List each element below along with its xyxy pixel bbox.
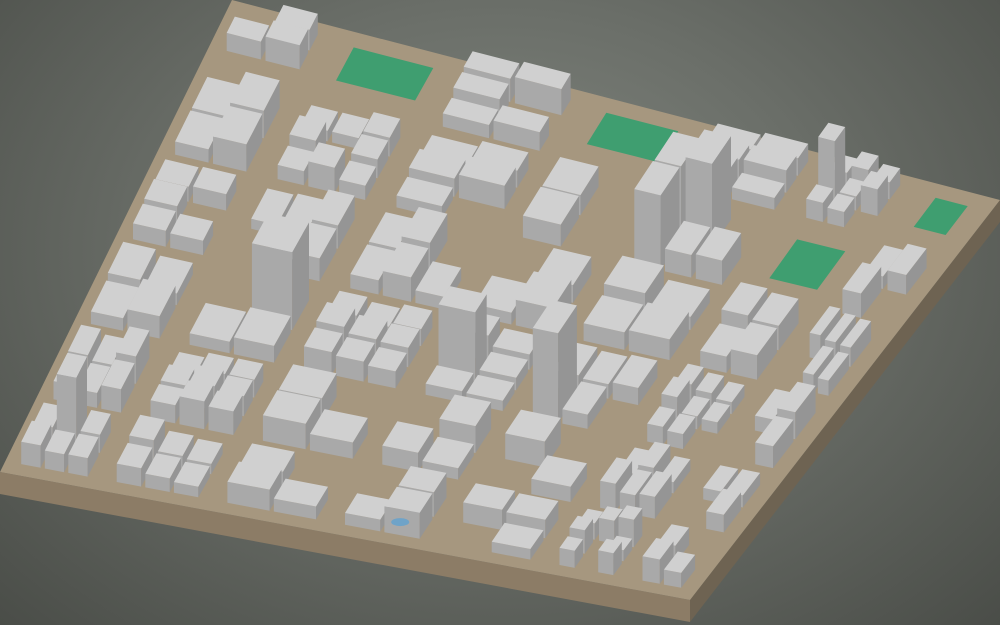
building-front-face xyxy=(559,547,575,568)
building-front-face xyxy=(600,480,616,511)
building-front-face xyxy=(532,328,559,423)
building-front-face xyxy=(634,189,661,271)
building-front-face xyxy=(817,378,829,396)
building-front-face xyxy=(68,454,88,477)
building-front-face xyxy=(101,385,121,413)
building-front-face xyxy=(642,556,660,584)
building-front-face xyxy=(755,442,774,469)
building-front-face xyxy=(706,511,724,533)
city-model-scene xyxy=(0,0,1000,622)
building-front-face xyxy=(21,441,41,468)
building-front-face xyxy=(44,450,65,473)
building-front-face xyxy=(208,406,234,435)
fountain-basin xyxy=(391,518,410,527)
building-front-face xyxy=(647,423,663,445)
building-front-face xyxy=(860,185,878,216)
water-feature xyxy=(391,518,410,527)
building-front-face xyxy=(598,550,614,576)
building-front-face xyxy=(179,396,205,430)
